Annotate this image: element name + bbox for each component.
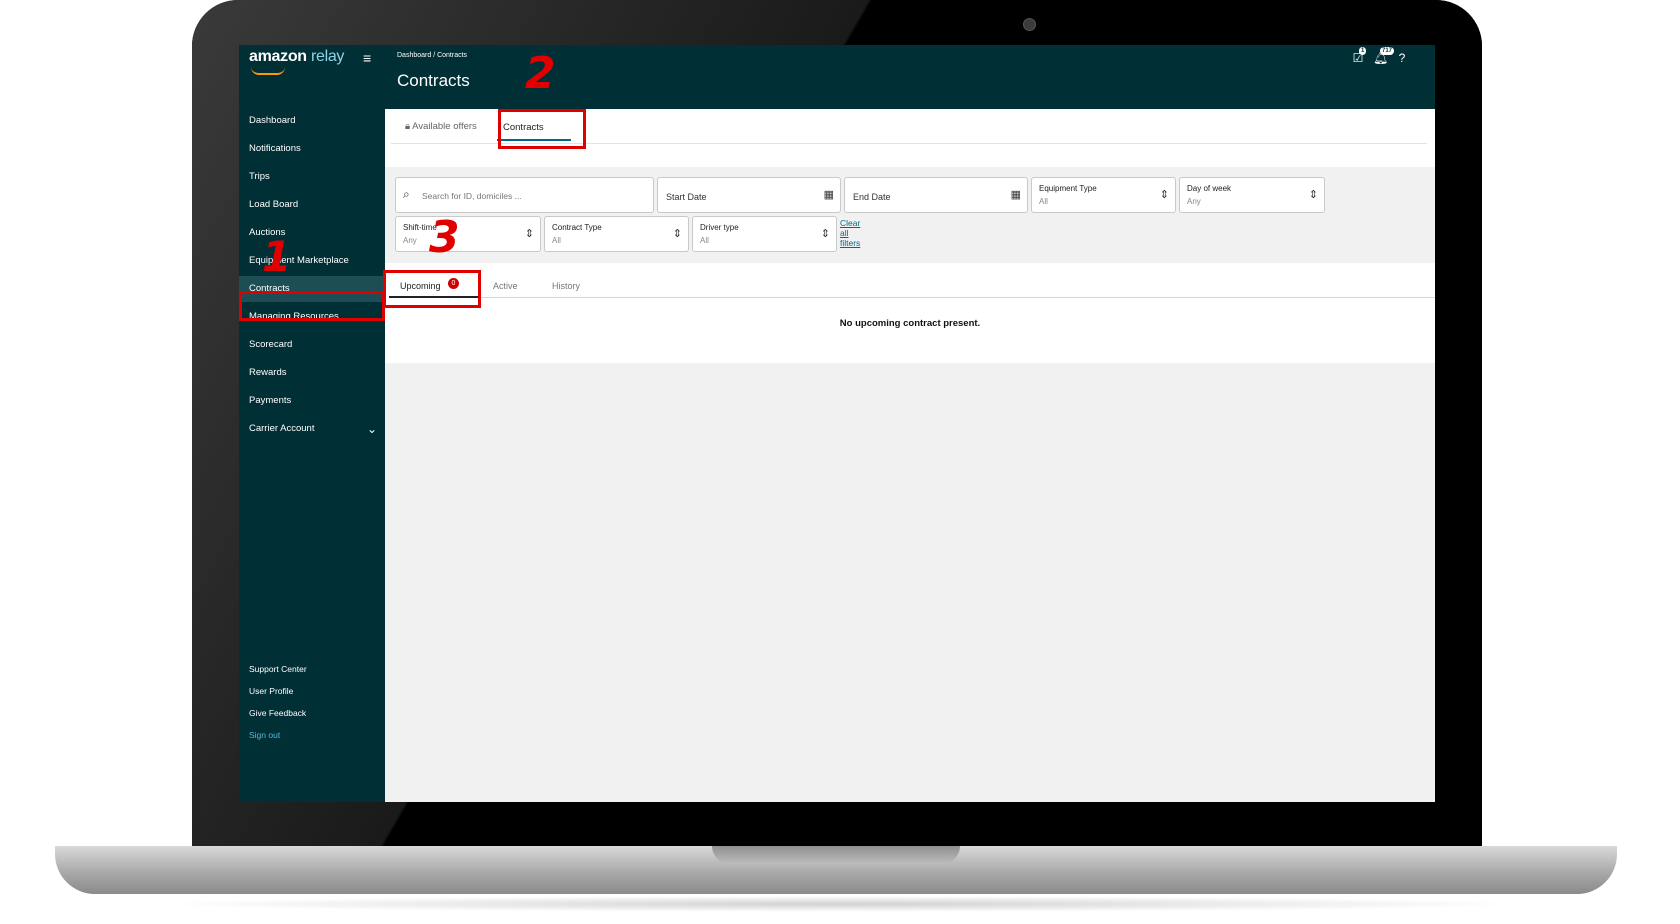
- sidebar-item-label: Rewards: [249, 367, 287, 378]
- amazon-smile-icon: [251, 67, 285, 75]
- sidebar-item-trips[interactable]: Trips: [239, 164, 385, 190]
- sidebar-footer-give-feedback[interactable]: Give Feedback: [249, 708, 306, 718]
- app-logo[interactable]: amazon relay: [249, 48, 344, 66]
- end-date-label: End Date: [853, 192, 891, 202]
- sidebar-item-label: Trips: [249, 171, 270, 182]
- subtab-divider: [481, 297, 1435, 298]
- task-icon[interactable]: ☑ 1: [1351, 47, 1367, 65]
- tab-label: Available offers: [412, 121, 477, 132]
- sidebar-footer-user-profile[interactable]: User Profile: [249, 686, 293, 696]
- start-date-field[interactable]: Start Date ▦: [657, 177, 841, 213]
- driver-type-label: Driver type: [700, 223, 739, 232]
- app-screen: amazon relay ≡ Dashboard Notifications T…: [239, 45, 1435, 802]
- sidebar-item-label: Carrier Account: [249, 423, 315, 434]
- search-icon: ⌕: [403, 187, 410, 201]
- sidebar-item-label: Notifications: [249, 143, 301, 154]
- contract-type-value: All: [552, 236, 561, 245]
- annotation-number-2: 2: [525, 48, 556, 99]
- search-input[interactable]: ⌕ Search for ID, domiciles ...: [395, 177, 654, 213]
- sidebar: amazon relay ≡ Dashboard Notifications T…: [239, 45, 385, 802]
- sign-out-link[interactable]: Sign out: [249, 730, 280, 740]
- subtab-history[interactable]: History: [552, 281, 580, 291]
- equipment-type-label: Equipment Type: [1039, 184, 1097, 193]
- help-icon[interactable]: ?: [1395, 51, 1409, 65]
- day-of-week-select[interactable]: Day of week Any ⇕: [1179, 177, 1325, 213]
- driver-type-select[interactable]: Driver type All ⇕: [692, 216, 837, 252]
- calendar-icon[interactable]: ▦: [824, 188, 834, 201]
- logo-primary: amazon: [249, 48, 307, 65]
- select-arrows-icon: ⇕: [524, 228, 534, 240]
- camera: [1023, 18, 1036, 31]
- subtab-label: Active: [493, 281, 518, 291]
- start-date-label: Start Date: [666, 192, 707, 202]
- sidebar-item-load-board[interactable]: Load Board: [239, 192, 385, 218]
- subtab-label: History: [552, 281, 581, 291]
- contract-type-select[interactable]: Contract Type All ⇕: [544, 216, 689, 252]
- annotation-number-1: 1: [262, 232, 292, 281]
- sidebar-item-notifications[interactable]: Notifications: [239, 136, 385, 162]
- page-title: Contracts: [397, 71, 470, 90]
- breadcrumb[interactable]: Dashboard / Contracts: [397, 52, 467, 59]
- clear-all-filters-link[interactable]: Clear all filters: [840, 218, 860, 248]
- driver-type-value: All: [700, 236, 709, 245]
- laptop-notch: [712, 846, 960, 864]
- sidebar-item-payments[interactable]: Payments: [239, 388, 385, 414]
- contract-type-label: Contract Type: [552, 223, 602, 232]
- main-content: 🔒︎ Available offers Contracts ⌕ Search f…: [385, 109, 1435, 802]
- laptop-shadow: [150, 896, 1530, 912]
- bell-icon[interactable]: 🔔︎ 717: [1373, 47, 1395, 65]
- calendar-icon[interactable]: ▦: [1011, 188, 1021, 201]
- annotation-box-1: [239, 291, 385, 321]
- chevron-down-icon: ⌄: [366, 422, 377, 436]
- sidebar-item-label: Load Board: [249, 199, 299, 210]
- sidebar-item-auctions[interactable]: Auctions: [239, 220, 385, 246]
- annotation-box-3: [383, 270, 481, 308]
- top-icons: ☑ 1 🔔︎ 717 ?: [1351, 47, 1421, 67]
- day-of-week-value: Any: [1187, 197, 1201, 206]
- equipment-type-value: All: [1039, 197, 1048, 206]
- select-arrows-icon: ⇕: [672, 228, 682, 240]
- sidebar-item-rewards[interactable]: Rewards: [239, 360, 385, 386]
- sidebar-item-dashboard[interactable]: Dashboard: [239, 108, 385, 134]
- sidebar-item-equipment-marketplace[interactable]: Equipment Marketplace: [239, 248, 385, 274]
- subtab-active[interactable]: Active: [493, 281, 518, 291]
- equipment-type-select[interactable]: Equipment Type All ⇕: [1031, 177, 1176, 213]
- end-date-field[interactable]: End Date ▦: [844, 177, 1028, 213]
- task-badge: 1: [1359, 47, 1367, 55]
- sidebar-item-label: Payments: [249, 395, 292, 406]
- sidebar-item-scorecard[interactable]: Scorecard: [239, 332, 385, 358]
- annotation-box-2: [498, 109, 586, 149]
- empty-state-message: No upcoming contract present.: [839, 318, 981, 329]
- select-arrows-icon: ⇕: [1159, 189, 1169, 201]
- search-placeholder: Search for ID, domiciles ...: [422, 191, 522, 201]
- sidebar-item-label: Scorecard: [249, 339, 293, 350]
- annotation-number-3: 3: [429, 212, 460, 263]
- tab-available-offers[interactable]: 🔒︎ Available offers: [405, 121, 477, 132]
- sidebar-footer-support-center[interactable]: Support Center: [249, 664, 307, 674]
- logo-secondary: relay: [310, 48, 345, 65]
- shift-time-select[interactable]: Shift-time Any ⇕: [395, 216, 541, 252]
- sidebar-item-label: Dashboard: [249, 115, 296, 126]
- hamburger-menu-icon[interactable]: ≡: [363, 51, 371, 65]
- day-of-week-label: Day of week: [1187, 184, 1232, 193]
- shift-time-value: Any: [403, 236, 417, 245]
- sidebar-item-carrier-account[interactable]: Carrier Account ⌄: [239, 416, 385, 442]
- contracts-list: Upcoming 0 Active History No upcoming co…: [385, 263, 1435, 363]
- select-arrows-icon: ⇕: [820, 228, 830, 240]
- bell-badge: 717: [1380, 47, 1395, 55]
- select-arrows-icon: ⇕: [1308, 189, 1318, 201]
